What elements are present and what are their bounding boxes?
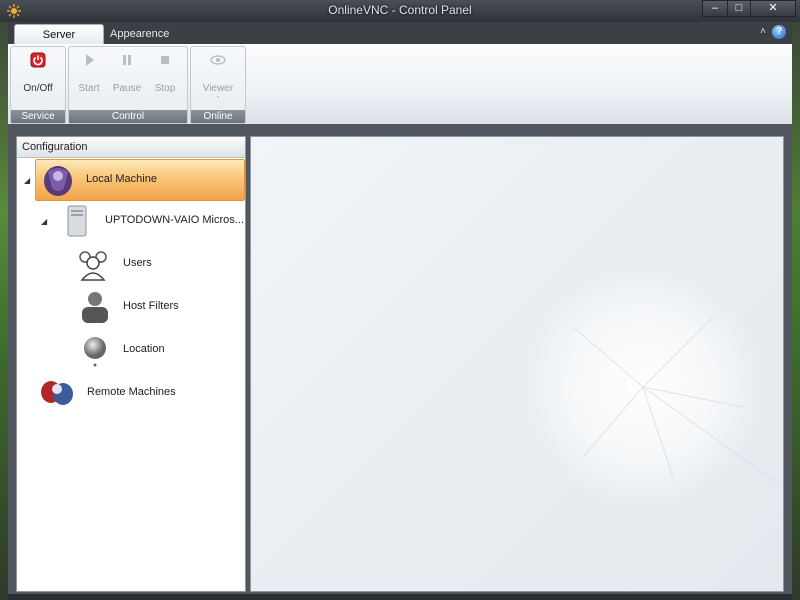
- host-filter-icon: [82, 292, 108, 323]
- pause-label: Pause: [112, 83, 142, 94]
- location-icon: [84, 337, 106, 367]
- pause-icon: [123, 55, 131, 65]
- tree-item-local-machine[interactable]: ◢ Local Machine: [24, 159, 245, 201]
- group-label-service: Service: [11, 110, 65, 123]
- viewer-button[interactable]: Viewer -: [200, 51, 236, 101]
- pause-button[interactable]: Pause: [109, 51, 145, 94]
- window-title: OnlineVNC - Control Panel: [328, 3, 472, 17]
- tab-appearence[interactable]: Appearence: [100, 24, 179, 44]
- stop-icon: [161, 56, 169, 64]
- ribbon-collapse-icon[interactable]: ˄: [760, 26, 766, 37]
- tree-label-local-machine: Local Machine: [86, 173, 157, 185]
- ribbon: On/Off Service Start Pause Stop Control: [8, 44, 792, 125]
- help-icon[interactable]: ?: [772, 25, 786, 39]
- expand-arrow-icon[interactable]: ◢: [24, 176, 30, 185]
- main-view-area: [250, 136, 784, 592]
- configuration-header: Configuration: [17, 137, 245, 158]
- tree-item-users[interactable]: Users: [17, 244, 245, 284]
- tree-label-host-filters: Host Filters: [123, 300, 179, 312]
- power-icon: [30, 52, 46, 68]
- maximize-button[interactable]: □: [727, 0, 751, 17]
- group-label-control: Control: [69, 110, 187, 123]
- group-label-online: Online: [191, 110, 245, 123]
- stop-label: Stop: [154, 83, 176, 94]
- title-bar[interactable]: OnlineVNC - Control Panel – □ ✕: [0, 0, 800, 22]
- on-off-label: On/Off: [23, 83, 53, 94]
- content-area: Configuration ◢ Local Machine ◢ UPTODOWN…: [8, 124, 792, 594]
- eye-icon: [210, 55, 226, 65]
- ribbon-group-service: On/Off Service: [10, 46, 66, 124]
- tree-label-remote-machines: Remote Machines: [87, 386, 176, 398]
- on-off-button[interactable]: On/Off: [20, 51, 56, 94]
- configuration-panel: Configuration ◢ Local Machine ◢ UPTODOWN…: [16, 136, 246, 592]
- tree-label-location: Location: [123, 343, 165, 355]
- remote-machines-icon: [41, 381, 73, 405]
- ribbon-group-control: Start Pause Stop Control: [68, 46, 188, 124]
- window-frame-left: [0, 0, 8, 600]
- local-machine-icon: [44, 166, 72, 196]
- stop-button[interactable]: Stop: [147, 51, 183, 94]
- expand-arrow-icon[interactable]: ◢: [41, 217, 47, 226]
- ribbon-tab-row: Server (Local) Appearence ˄ ?: [8, 22, 792, 61]
- tab-server-local[interactable]: Server (Local): [14, 24, 104, 61]
- window-bottom-frame: [8, 594, 792, 600]
- close-button[interactable]: ✕: [750, 0, 796, 17]
- tree-item-location[interactable]: Location: [17, 330, 245, 370]
- tree-item-remote-machines[interactable]: Remote Machines: [17, 373, 245, 413]
- start-button[interactable]: Start: [71, 51, 107, 94]
- start-label: Start: [78, 83, 100, 94]
- play-icon: [86, 54, 94, 66]
- window-frame-right: [792, 0, 800, 600]
- tree-item-computer[interactable]: ◢ UPTODOWN-VAIO Micros...: [17, 201, 245, 241]
- computer-icon: [67, 205, 87, 237]
- dandelion-background-image: [523, 267, 783, 507]
- tree-label-users: Users: [123, 257, 152, 269]
- users-icon: [79, 251, 107, 281]
- tree-label-computer: UPTODOWN-VAIO Micros...: [105, 214, 244, 226]
- viewer-dropdown-arrow[interactable]: -: [200, 93, 236, 101]
- minimize-button[interactable]: –: [702, 0, 728, 17]
- ribbon-group-online: Viewer - Online: [190, 46, 246, 124]
- tree-item-host-filters[interactable]: Host Filters: [17, 287, 245, 327]
